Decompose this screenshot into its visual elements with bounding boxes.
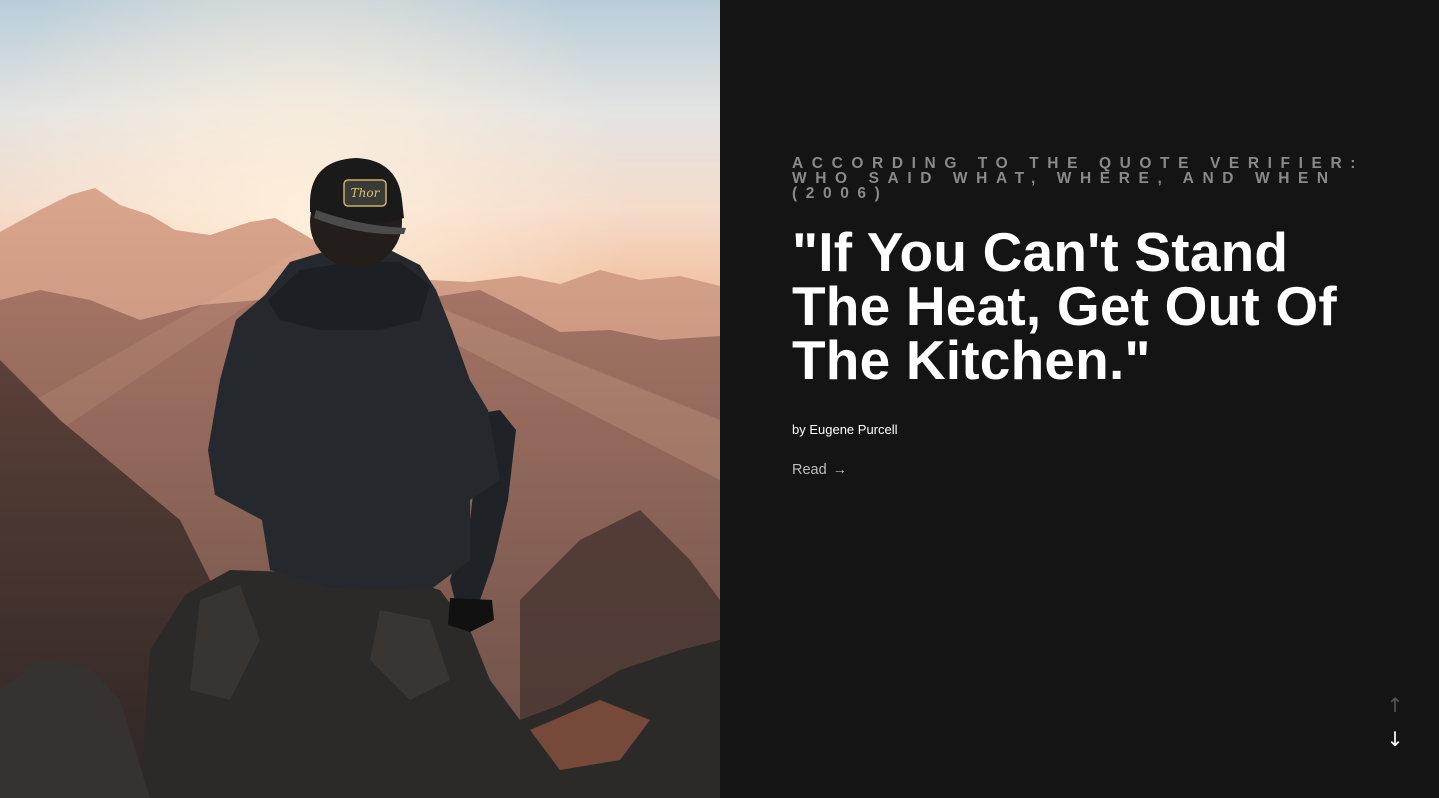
- cap-logo: Thor: [351, 186, 381, 200]
- quote-text: "If You Can't Stand The Heat, Get Out Of…: [792, 221, 1337, 391]
- arrow-down-icon[interactable]: ↓: [1387, 728, 1404, 750]
- quote-content: According to The Quote Verifier: Who Sai…: [792, 156, 1382, 479]
- quote-author: by Eugene Purcell: [792, 422, 898, 437]
- slide-navigation: ↑ ↓: [1387, 694, 1404, 750]
- hero-photo: Thor: [0, 0, 720, 798]
- arrow-up-icon[interactable]: ↑: [1387, 694, 1404, 716]
- read-label: Read: [792, 462, 827, 478]
- arrow-right-icon: →: [832, 461, 847, 477]
- quote-slide: Thor According to The Quote Verifier: Wh…: [0, 0, 1439, 798]
- quote-source: According to The Quote Verifier: Who Sai…: [792, 155, 1365, 202]
- quote-panel: According to The Quote Verifier: Who Sai…: [720, 0, 1439, 798]
- mountain-scene-illustration: Thor: [0, 0, 720, 798]
- read-link[interactable]: Read →: [792, 460, 847, 479]
